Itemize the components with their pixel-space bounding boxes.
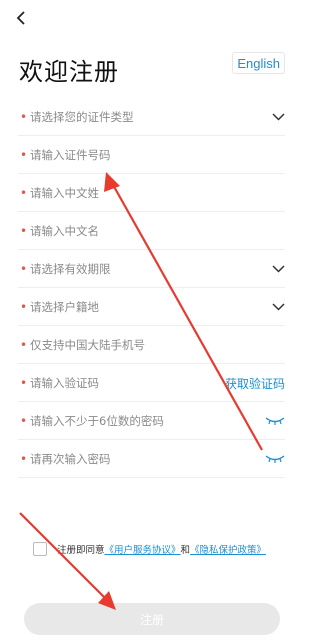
field-placeholder: 请输入证件号码 bbox=[30, 147, 111, 162]
agreement-prefix: 注册即同意 bbox=[57, 545, 105, 556]
required-marker: • bbox=[20, 109, 28, 124]
agreement-row: 注册即同意《用户服务协议》和《隐私保护政策》 bbox=[33, 542, 266, 556]
required-marker: • bbox=[20, 375, 28, 390]
field-placeholder: 请输入中文名 bbox=[30, 223, 99, 238]
required-marker: • bbox=[20, 337, 28, 352]
privacy-link[interactable]: 《隐私保护政策》 bbox=[190, 545, 266, 556]
required-marker: • bbox=[20, 299, 28, 314]
field-placeholder: 仅支持中国大陆手机号 bbox=[30, 337, 145, 352]
chevron-down-icon[interactable] bbox=[272, 250, 285, 288]
form-row[interactable]: • 请选择户籍地 bbox=[18, 288, 285, 326]
form-row[interactable]: • 请输入验证码 获取验证码 bbox=[18, 364, 285, 402]
form-row[interactable]: • 请输入不少于6位数的密码 bbox=[18, 402, 285, 440]
form-row[interactable]: • 请输入证件号码 bbox=[18, 136, 285, 174]
form-row[interactable]: • 请输入中文姓 bbox=[18, 174, 285, 212]
agreement-and: 和 bbox=[180, 545, 191, 556]
required-marker: • bbox=[20, 451, 28, 466]
form-row[interactable]: • 请输入中文名 bbox=[18, 212, 285, 250]
terms-link[interactable]: 《用户服务协议》 bbox=[105, 545, 181, 556]
agreement-text: 注册即同意《用户服务协议》和《隐私保护政策》 bbox=[57, 542, 266, 556]
field-placeholder: 请输入不少于6位数的密码 bbox=[30, 413, 164, 428]
required-marker: • bbox=[20, 413, 28, 428]
field-placeholder: 请输入中文姓 bbox=[30, 185, 99, 200]
page-title: 欢迎注册 bbox=[19, 58, 119, 86]
eye-closed-icon[interactable] bbox=[265, 440, 285, 478]
agreement-checkbox[interactable] bbox=[33, 542, 47, 556]
chevron-down-icon[interactable] bbox=[272, 98, 285, 136]
form-row[interactable]: • 请选择您的证件类型 bbox=[18, 98, 285, 136]
required-marker: • bbox=[20, 147, 28, 162]
registration-form: • 请选择您的证件类型 • 请输入证件号码 • 请输入中文姓 • 请输入中文名 • 请选择有效期限… bbox=[18, 98, 285, 478]
form-row[interactable]: • 仅支持中国大陆手机号 bbox=[18, 326, 285, 364]
field-placeholder: 请选择有效期限 bbox=[30, 261, 111, 276]
field-placeholder: 请再次输入密码 bbox=[30, 451, 111, 466]
form-row[interactable]: • 请选择有效期限 bbox=[18, 250, 285, 288]
register-page: 欢迎注册 English • 请选择您的证件类型 • 请输入证件号码 • 请输入中文姓 • 请… bbox=[0, 0, 305, 642]
back-button[interactable] bbox=[12, 8, 32, 28]
chevron-left-icon bbox=[16, 11, 25, 25]
field-placeholder: 请选择户籍地 bbox=[30, 299, 99, 314]
field-placeholder: 请选择您的证件类型 bbox=[30, 109, 134, 124]
chevron-down-icon[interactable] bbox=[272, 288, 285, 326]
annotation-arrow-lower bbox=[19, 512, 116, 610]
eye-closed-icon[interactable] bbox=[265, 402, 285, 440]
register-button[interactable]: 注册 bbox=[24, 603, 280, 635]
language-button[interactable]: English bbox=[232, 52, 285, 74]
required-marker: • bbox=[20, 261, 28, 276]
form-row[interactable]: • 请再次输入密码 bbox=[18, 440, 285, 478]
get-code-link[interactable]: 获取验证码 bbox=[225, 375, 285, 392]
required-marker: • bbox=[20, 185, 28, 200]
required-marker: • bbox=[20, 223, 28, 238]
